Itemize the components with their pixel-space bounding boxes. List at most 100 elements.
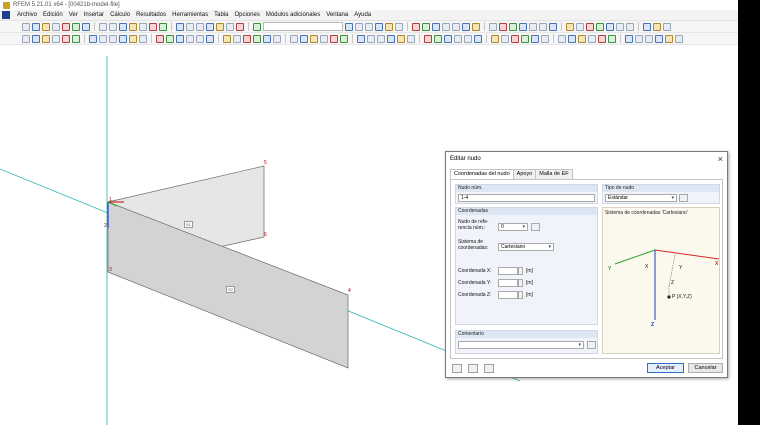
toolbar-button-icon[interactable] bbox=[52, 34, 60, 43]
toolbar-button-icon[interactable] bbox=[578, 34, 586, 43]
toolbar-button-icon[interactable] bbox=[330, 34, 338, 43]
toolbar-button-icon[interactable] bbox=[72, 34, 80, 43]
toolbar-button-icon[interactable] bbox=[119, 22, 127, 31]
toolbar-button-icon[interactable] bbox=[109, 34, 117, 43]
toolbar-button-icon[interactable] bbox=[166, 34, 174, 43]
coord-z-input[interactable] bbox=[498, 291, 518, 299]
toolbar-button-icon[interactable] bbox=[375, 22, 383, 31]
toolbar-button-icon[interactable] bbox=[22, 22, 30, 31]
toolbar-button-icon[interactable] bbox=[32, 34, 40, 43]
toolbar-button-icon[interactable] bbox=[156, 34, 164, 43]
toolbar-button-icon[interactable] bbox=[176, 22, 184, 31]
toolbar-button-icon[interactable] bbox=[196, 22, 204, 31]
toolbar-button-icon[interactable] bbox=[616, 22, 624, 31]
toolbar-button-icon[interactable] bbox=[608, 34, 616, 43]
edit-node-type-button[interactable] bbox=[679, 194, 688, 202]
toolbar-button-icon[interactable] bbox=[89, 34, 97, 43]
menu-resultados[interactable]: Resultados bbox=[133, 12, 169, 18]
toolbar-button-icon[interactable] bbox=[675, 34, 683, 43]
edit-icon[interactable] bbox=[468, 364, 478, 373]
menu-edicion[interactable]: Edición bbox=[40, 12, 66, 18]
toolbar-button-icon[interactable] bbox=[519, 22, 527, 31]
toolbar-button-icon[interactable] bbox=[72, 22, 80, 31]
menu-ver[interactable]: Ver bbox=[66, 12, 81, 18]
menu-insertar[interactable]: Insertar bbox=[81, 12, 107, 18]
menu-archivo[interactable]: Archivo bbox=[14, 12, 40, 18]
close-icon[interactable]: × bbox=[718, 154, 723, 164]
toolbar-button-icon[interactable] bbox=[558, 34, 566, 43]
toolbar-button-icon[interactable] bbox=[598, 34, 606, 43]
toolbar-button-icon[interactable] bbox=[635, 34, 643, 43]
coord-x-spinner[interactable] bbox=[518, 267, 523, 275]
tab-coordenadas[interactable]: Coordenadas del nudo bbox=[450, 169, 514, 179]
toolbar-button-icon[interactable] bbox=[149, 22, 157, 31]
toolbar-button-icon[interactable] bbox=[119, 34, 127, 43]
toolbar-button-icon[interactable] bbox=[32, 22, 40, 31]
toolbar-button-icon[interactable] bbox=[407, 34, 415, 43]
comment-input[interactable]: ▾ bbox=[458, 341, 584, 349]
toolbar-button-icon[interactable] bbox=[129, 22, 137, 31]
toolbar-button-icon[interactable] bbox=[273, 34, 281, 43]
toolbar-button-icon[interactable] bbox=[395, 22, 403, 31]
toolbar-button-icon[interactable] bbox=[626, 22, 634, 31]
toolbar-button-icon[interactable] bbox=[42, 34, 50, 43]
toolbar-button-icon[interactable] bbox=[606, 22, 614, 31]
toolbar-button-icon[interactable] bbox=[223, 34, 231, 43]
toolbar-button-icon[interactable] bbox=[263, 34, 271, 43]
toolbar-button-icon[interactable] bbox=[452, 22, 460, 31]
tab-apoyo[interactable]: Apoyo bbox=[512, 169, 537, 179]
toolbar-button-icon[interactable] bbox=[625, 34, 633, 43]
menu-ayuda[interactable]: Ayuda bbox=[351, 12, 374, 18]
toolbar-button-icon[interactable] bbox=[472, 22, 480, 31]
toolbar-button-icon[interactable] bbox=[377, 34, 385, 43]
toolbar-button-icon[interactable] bbox=[139, 34, 147, 43]
menu-tabla[interactable]: Tabla bbox=[211, 12, 231, 18]
toolbar-button-icon[interactable] bbox=[424, 34, 432, 43]
document-menu-icon[interactable] bbox=[2, 11, 10, 19]
toolbar-button-icon[interactable] bbox=[186, 34, 194, 43]
toolbar-button-icon[interactable] bbox=[216, 22, 224, 31]
toolbar-button-icon[interactable] bbox=[320, 34, 328, 43]
toolbar-button-icon[interactable] bbox=[663, 22, 671, 31]
toolbar-button-icon[interactable] bbox=[422, 22, 430, 31]
toolbar-button-icon[interactable] bbox=[129, 34, 137, 43]
toolbar-button-icon[interactable] bbox=[206, 34, 214, 43]
toolbar-button-icon[interactable] bbox=[655, 34, 663, 43]
toolbar-button-icon[interactable] bbox=[99, 34, 107, 43]
toolbar-button-icon[interactable] bbox=[489, 22, 497, 31]
toolbar-button-icon[interactable] bbox=[340, 34, 348, 43]
toolbar-button-icon[interactable] bbox=[367, 34, 375, 43]
toolbar-button-icon[interactable] bbox=[233, 34, 241, 43]
toolbar-button-icon[interactable] bbox=[462, 22, 470, 31]
toolbar-button-icon[interactable] bbox=[355, 22, 363, 31]
toolbar-button-icon[interactable] bbox=[99, 22, 107, 31]
toolbar-button-icon[interactable] bbox=[206, 22, 214, 31]
toolbar-button-icon[interactable] bbox=[531, 34, 539, 43]
toolbar-button-icon[interactable] bbox=[643, 22, 651, 31]
pick-node-button[interactable] bbox=[531, 223, 540, 231]
menu-modulos[interactable]: Módulos adicionales bbox=[263, 12, 323, 18]
cancel-button[interactable]: Cancelar bbox=[688, 363, 723, 373]
toolbar-button-icon[interactable] bbox=[226, 22, 234, 31]
tab-malla[interactable]: Malla de EF bbox=[535, 169, 573, 179]
toolbar-button-icon[interactable] bbox=[385, 22, 393, 31]
toolbar-button-icon[interactable] bbox=[665, 34, 673, 43]
toolbar-button-icon[interactable] bbox=[588, 34, 596, 43]
coord-system-select[interactable]: Cartesiano ▾ bbox=[498, 243, 554, 251]
toolbar-button-icon[interactable] bbox=[464, 34, 472, 43]
toolbar-button-icon[interactable] bbox=[529, 22, 537, 31]
toolbar-button-icon[interactable] bbox=[22, 34, 30, 43]
toolbar-button-icon[interactable] bbox=[397, 34, 405, 43]
toolbar-button-icon[interactable] bbox=[454, 34, 462, 43]
help-icon[interactable] bbox=[452, 364, 462, 373]
toolbar-button-icon[interactable] bbox=[509, 22, 517, 31]
toolbar-button-icon[interactable] bbox=[62, 34, 70, 43]
ref-node-select[interactable]: 0 ▾ bbox=[498, 223, 528, 231]
toolbar-button-icon[interactable] bbox=[653, 22, 661, 31]
toolbar-button-icon[interactable] bbox=[42, 22, 50, 31]
toolbar-button-icon[interactable] bbox=[576, 22, 584, 31]
toolbar-button-icon[interactable] bbox=[196, 34, 204, 43]
node-number-input[interactable]: 1-4 bbox=[458, 194, 595, 202]
coord-y-input[interactable] bbox=[498, 279, 518, 287]
toolbar-button-icon[interactable] bbox=[566, 22, 574, 31]
